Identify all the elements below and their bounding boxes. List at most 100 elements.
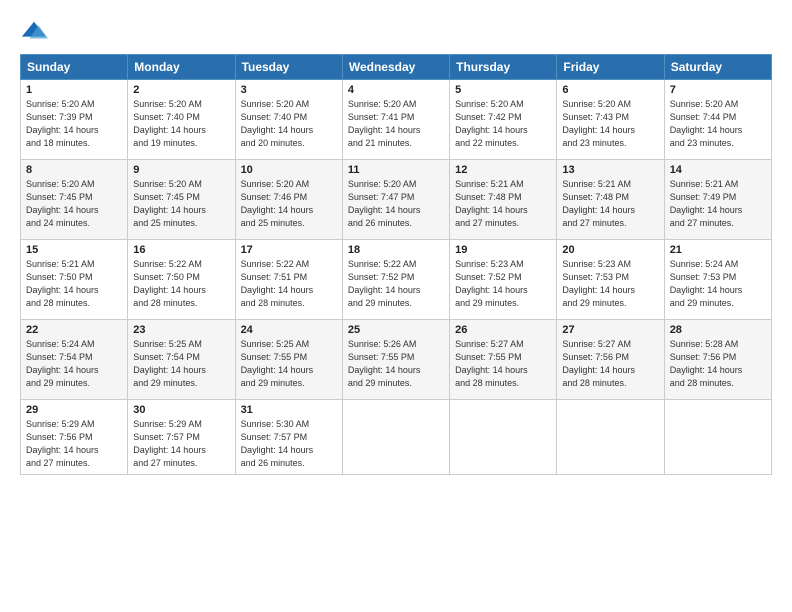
day-number: 11: [348, 164, 444, 176]
day-info: Sunrise: 5:20 AM Sunset: 7:47 PM Dayligh…: [348, 178, 444, 230]
day-number: 29: [26, 404, 122, 416]
day-number: 23: [133, 324, 229, 336]
calendar-cell: 1 Sunrise: 5:20 AM Sunset: 7:39 PM Daylig…: [21, 80, 128, 160]
calendar-cell: 24Sunrise: 5:25 AM Sunset: 7:55 PM Dayli…: [235, 320, 342, 400]
header: [20, 18, 772, 46]
calendar-week-row: 22 Sunrise: 5:24 AM Sunset: 7:54 PM Dayli…: [21, 320, 772, 400]
day-info: Sunrise: 5:24 AM Sunset: 7:53 PM Dayligh…: [670, 258, 766, 310]
day-info: Sunrise: 5:20 AM Sunset: 7:45 PM Dayligh…: [133, 178, 229, 230]
day-number: 26: [455, 324, 551, 336]
calendar-week-row: 29Sunrise: 5:29 AM Sunset: 7:56 PM Dayli…: [21, 400, 772, 475]
calendar-cell: 25Sunrise: 5:26 AM Sunset: 7:55 PM Dayli…: [342, 320, 449, 400]
calendar-cell: [664, 400, 771, 475]
weekday-header-monday: Monday: [128, 55, 235, 80]
calendar-cell: 22 Sunrise: 5:24 AM Sunset: 7:54 PM Dayli…: [21, 320, 128, 400]
day-number: 20: [562, 244, 658, 256]
day-info: Sunrise: 5:20 AM Sunset: 7:42 PM Dayligh…: [455, 98, 551, 150]
calendar-cell: 16Sunrise: 5:22 AM Sunset: 7:50 PM Dayli…: [128, 240, 235, 320]
weekday-header-row: SundayMondayTuesdayWednesdayThursdayFrid…: [21, 55, 772, 80]
day-info: Sunrise: 5:20 AM Sunset: 7:40 PM Dayligh…: [241, 98, 337, 150]
calendar-cell: 17 Sunrise: 5:22 AM Sunset: 7:51 PM Dayli…: [235, 240, 342, 320]
day-number: 13: [562, 164, 658, 176]
weekday-header-thursday: Thursday: [450, 55, 557, 80]
calendar-week-row: 15 Sunrise: 5:21 AM Sunset: 7:50 PM Dayli…: [21, 240, 772, 320]
calendar-cell: 4Sunrise: 5:20 AM Sunset: 7:41 PM Daylig…: [342, 80, 449, 160]
day-number: 16: [133, 244, 229, 256]
day-number: 27: [562, 324, 658, 336]
day-info: Sunrise: 5:20 AM Sunset: 7:40 PM Dayligh…: [133, 98, 229, 150]
day-info: Sunrise: 5:22 AM Sunset: 7:51 PM Dayligh…: [241, 258, 337, 310]
day-info: Sunrise: 5:22 AM Sunset: 7:52 PM Dayligh…: [348, 258, 444, 310]
day-number: 28: [670, 324, 766, 336]
day-info: Sunrise: 5:20 AM Sunset: 7:46 PM Dayligh…: [241, 178, 337, 230]
day-number: 10: [241, 164, 337, 176]
calendar-cell: 15 Sunrise: 5:21 AM Sunset: 7:50 PM Dayli…: [21, 240, 128, 320]
calendar-cell: 19 Sunrise: 5:23 AM Sunset: 7:52 PM Dayli…: [450, 240, 557, 320]
day-info: Sunrise: 5:24 AM Sunset: 7:54 PM Dayligh…: [26, 338, 122, 390]
day-info: Sunrise: 5:25 AM Sunset: 7:54 PM Dayligh…: [133, 338, 229, 390]
weekday-header-tuesday: Tuesday: [235, 55, 342, 80]
day-number: 5: [455, 84, 551, 96]
day-info: Sunrise: 5:21 AM Sunset: 7:50 PM Dayligh…: [26, 258, 122, 310]
page: SundayMondayTuesdayWednesdayThursdayFrid…: [0, 0, 792, 612]
day-info: Sunrise: 5:20 AM Sunset: 7:39 PM Dayligh…: [26, 98, 122, 150]
calendar-week-row: 8 Sunrise: 5:20 AM Sunset: 7:45 PM Daylig…: [21, 160, 772, 240]
weekday-header-friday: Friday: [557, 55, 664, 80]
calendar-cell: 20 Sunrise: 5:23 AM Sunset: 7:53 PM Dayli…: [557, 240, 664, 320]
calendar-cell: 5 Sunrise: 5:20 AM Sunset: 7:42 PM Daylig…: [450, 80, 557, 160]
day-number: 17: [241, 244, 337, 256]
day-info: Sunrise: 5:23 AM Sunset: 7:52 PM Dayligh…: [455, 258, 551, 310]
weekday-header-wednesday: Wednesday: [342, 55, 449, 80]
calendar-cell: 7Sunrise: 5:20 AM Sunset: 7:44 PM Daylig…: [664, 80, 771, 160]
calendar-cell: [557, 400, 664, 475]
day-number: 18: [348, 244, 444, 256]
calendar-cell: 26 Sunrise: 5:27 AM Sunset: 7:55 PM Dayli…: [450, 320, 557, 400]
logo: [20, 18, 52, 46]
day-number: 8: [26, 164, 122, 176]
day-number: 14: [670, 164, 766, 176]
day-number: 6: [562, 84, 658, 96]
day-info: Sunrise: 5:27 AM Sunset: 7:55 PM Dayligh…: [455, 338, 551, 390]
day-number: 25: [348, 324, 444, 336]
day-number: 9: [133, 164, 229, 176]
calendar-cell: 8Sunrise: 5:20 AM Sunset: 7:45 PM Daylig…: [21, 160, 128, 240]
day-number: 31: [241, 404, 337, 416]
calendar-cell: 9 Sunrise: 5:20 AM Sunset: 7:45 PM Daylig…: [128, 160, 235, 240]
calendar-cell: 27 Sunrise: 5:27 AM Sunset: 7:56 PM Dayli…: [557, 320, 664, 400]
day-info: Sunrise: 5:21 AM Sunset: 7:48 PM Dayligh…: [455, 178, 551, 230]
day-info: Sunrise: 5:20 AM Sunset: 7:44 PM Dayligh…: [670, 98, 766, 150]
day-number: 21: [670, 244, 766, 256]
day-number: 19: [455, 244, 551, 256]
day-number: 2: [133, 84, 229, 96]
day-number: 4: [348, 84, 444, 96]
day-info: Sunrise: 5:30 AM Sunset: 7:57 PM Dayligh…: [241, 418, 337, 470]
calendar-cell: [450, 400, 557, 475]
calendar-week-row: 1 Sunrise: 5:20 AM Sunset: 7:39 PM Daylig…: [21, 80, 772, 160]
calendar-cell: 12 Sunrise: 5:21 AM Sunset: 7:48 PM Dayli…: [450, 160, 557, 240]
weekday-header-saturday: Saturday: [664, 55, 771, 80]
day-number: 1: [26, 84, 122, 96]
logo-icon: [20, 18, 48, 46]
day-info: Sunrise: 5:21 AM Sunset: 7:49 PM Dayligh…: [670, 178, 766, 230]
calendar-table: SundayMondayTuesdayWednesdayThursdayFrid…: [20, 54, 772, 475]
calendar-cell: 23 Sunrise: 5:25 AM Sunset: 7:54 PM Dayli…: [128, 320, 235, 400]
day-info: Sunrise: 5:21 AM Sunset: 7:48 PM Dayligh…: [562, 178, 658, 230]
calendar-cell: 29Sunrise: 5:29 AM Sunset: 7:56 PM Dayli…: [21, 400, 128, 475]
calendar-cell: [342, 400, 449, 475]
calendar-cell: 31 Sunrise: 5:30 AM Sunset: 7:57 PM Dayli…: [235, 400, 342, 475]
weekday-header-sunday: Sunday: [21, 55, 128, 80]
day-number: 30: [133, 404, 229, 416]
day-number: 22: [26, 324, 122, 336]
day-info: Sunrise: 5:27 AM Sunset: 7:56 PM Dayligh…: [562, 338, 658, 390]
calendar-cell: 6Sunrise: 5:20 AM Sunset: 7:43 PM Daylig…: [557, 80, 664, 160]
day-number: 24: [241, 324, 337, 336]
calendar-cell: 14 Sunrise: 5:21 AM Sunset: 7:49 PM Dayli…: [664, 160, 771, 240]
day-number: 12: [455, 164, 551, 176]
day-info: Sunrise: 5:23 AM Sunset: 7:53 PM Dayligh…: [562, 258, 658, 310]
calendar-cell: 13 Sunrise: 5:21 AM Sunset: 7:48 PM Dayli…: [557, 160, 664, 240]
day-number: 15: [26, 244, 122, 256]
calendar-header: SundayMondayTuesdayWednesdayThursdayFrid…: [21, 55, 772, 80]
day-number: 3: [241, 84, 337, 96]
day-info: Sunrise: 5:28 AM Sunset: 7:56 PM Dayligh…: [670, 338, 766, 390]
calendar-cell: 21 Sunrise: 5:24 AM Sunset: 7:53 PM Dayli…: [664, 240, 771, 320]
